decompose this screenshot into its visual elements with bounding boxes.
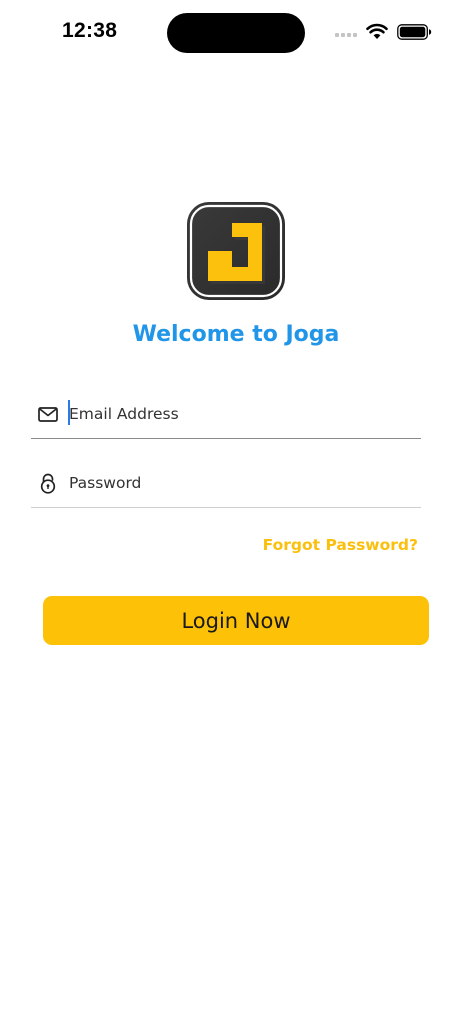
login-screen: 12:38 Welcome to Joga Email Address Forg…	[0, 0, 472, 1024]
cellular-signal-icon	[335, 33, 357, 37]
forgot-password-link[interactable]: Forgot Password?	[263, 536, 418, 554]
email-input[interactable]	[69, 399, 409, 429]
dynamic-island	[167, 13, 305, 53]
lock-icon	[40, 473, 56, 494]
mail-icon	[38, 407, 58, 422]
email-field[interactable]	[31, 390, 421, 439]
password-input[interactable]	[69, 468, 409, 498]
password-field[interactable]	[31, 459, 421, 508]
joga-logo-icon	[187, 202, 285, 300]
login-button[interactable]: Login Now	[43, 596, 429, 645]
wifi-icon	[366, 23, 388, 39]
status-time: 12:38	[62, 19, 118, 42]
welcome-title: Welcome to Joga	[132, 322, 340, 347]
battery-icon	[397, 24, 432, 40]
